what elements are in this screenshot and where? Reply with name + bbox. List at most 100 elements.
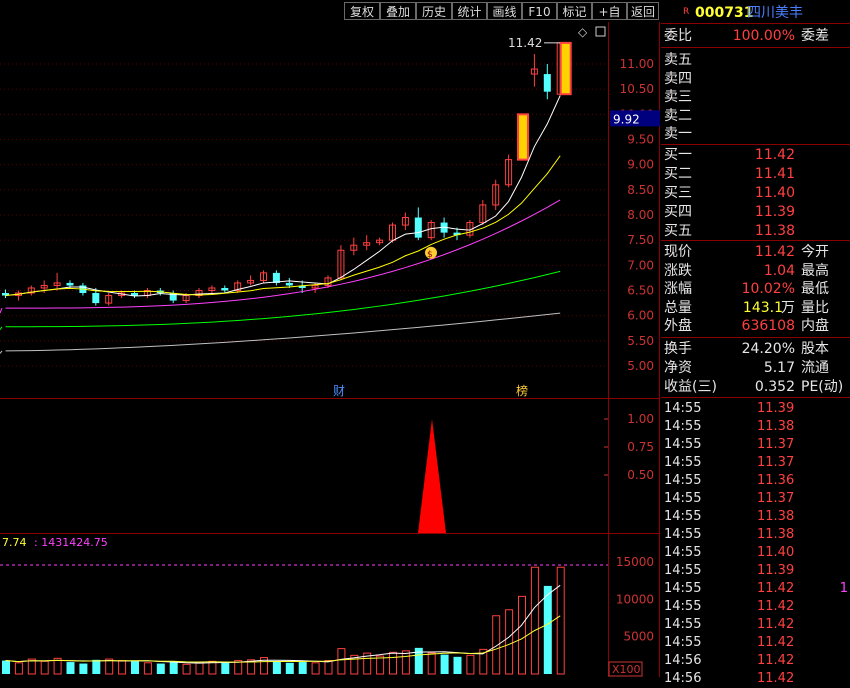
price-axis-label: 11.00 (620, 57, 654, 71)
tick-time: 14:56 (664, 671, 702, 686)
price-axis-label: 8.50 (627, 183, 654, 197)
quote-label2: 最低 (801, 281, 829, 297)
volume-header-value: : 1431424.75 (34, 536, 108, 549)
panel-separator (661, 144, 850, 145)
finance-marker: 财 (333, 384, 345, 398)
toolbar-button-8[interactable]: 返回 (627, 2, 659, 20)
price-axis-label: 6.00 (627, 309, 654, 323)
tick-time: 14:55 (664, 473, 702, 488)
volume-bar (285, 662, 294, 674)
fin-label2: 股本 (801, 341, 829, 357)
volume-bar (79, 663, 88, 674)
price-axis-label: 9.00 (627, 158, 654, 172)
toolbar-button-1[interactable]: 叠加 (380, 2, 416, 20)
tick-price: 11.42 (757, 635, 795, 650)
price-axis-label: 5.50 (627, 334, 654, 348)
buy-row: 买五 11.38 (661, 222, 850, 240)
buy-row: 买一 11.42 (661, 146, 850, 164)
buy-label: 买三 (664, 185, 692, 201)
indicator-axis-label: 1.00 (627, 412, 654, 426)
fin-label: 换手 (664, 341, 692, 357)
quote-label: 总量 (664, 299, 692, 316)
quote-value: 10.02% (741, 281, 795, 297)
tick-price: 11.38 (757, 509, 795, 524)
panel-separator (661, 397, 850, 398)
toolbar-button-5[interactable]: F10 (522, 2, 557, 20)
volume-bar (221, 662, 230, 674)
tick-time: 14:55 (664, 545, 702, 560)
tick-price: 11.38 (757, 419, 795, 434)
volume-bar (440, 654, 449, 674)
tick-row: 14:55 11.42 (661, 598, 850, 616)
tick-row: 14:55 11.37 (661, 490, 850, 508)
tick-time: 14:55 (664, 635, 702, 650)
toolbar-button-2[interactable]: 历史 (416, 2, 452, 20)
tick-row: 14:56 11.42 (661, 670, 850, 688)
indicator-axis-label: 0.50 (627, 468, 654, 482)
tick-price: 11.39 (757, 563, 795, 578)
tick-row: 14:55 11.38 (661, 508, 850, 526)
price-axis-label: 9.50 (627, 133, 654, 147)
quote-label: 涨跌 (664, 262, 692, 279)
weibi-row: 委比 100.00% 委差 (661, 27, 850, 45)
price-axis-label: 5.00 (627, 359, 654, 373)
sell-label: 卖四 (664, 70, 692, 87)
tick-price: 11.42 (757, 671, 795, 686)
tick-price: 11.42 (757, 581, 795, 596)
volume-axis-label: 5000 (623, 630, 654, 644)
volume-axis-label: 10000 (616, 592, 654, 606)
current-price-tag: 9.92 (613, 112, 640, 126)
buy-row: 买三 11.40 (661, 184, 850, 202)
tick-price: 11.36 (757, 473, 795, 488)
quote-label2: 内盘 (801, 318, 829, 334)
sell-label: 卖二 (664, 107, 692, 124)
quote-panel: R 000731 四川美丰 委比 100.00% 委差 卖五 卖四 卖三 卖二 卖一 买一 11.… (661, 0, 850, 686)
limit-up-bar (517, 113, 529, 161)
kline-chart[interactable]: 11.0010.5010.009.509.008.508.007.507.006… (0, 22, 660, 677)
weibi-label: 委比 (664, 28, 692, 44)
tick-price: 11.42 (757, 599, 795, 614)
stock-name: 四川美丰 (747, 5, 803, 21)
volume-unit-label: X100 (612, 663, 641, 676)
quote-label2: 最高 (801, 262, 829, 279)
tick-volume: 1 (839, 581, 848, 596)
sell-row: 卖四 (661, 70, 850, 88)
buy-label: 买五 (664, 223, 692, 239)
tick-time: 14:55 (664, 509, 702, 524)
fin-row: 换手 24.20% 股本 (661, 340, 850, 358)
tick-row: 14:55 11.38 (661, 418, 850, 436)
tick-time: 14:55 (664, 581, 702, 596)
tick-row: 14:55 11.36 (661, 472, 850, 490)
tick-price: 11.37 (757, 491, 795, 506)
sell-row: 卖三 (661, 88, 850, 106)
tick-price: 11.42 (757, 617, 795, 632)
tick-row: 14:55 11.40 (661, 544, 850, 562)
candle-body (285, 282, 293, 286)
candle-body (221, 287, 229, 291)
toolbar-button-6[interactable]: 标记 (557, 2, 592, 20)
toolbar-button-7[interactable]: +自选 (592, 2, 627, 37)
volume-bar (298, 662, 307, 674)
tick-price: 11.37 (757, 437, 795, 452)
buy-price: 11.42 (754, 147, 795, 163)
sell-label: 卖五 (664, 52, 692, 68)
toolbar-button-0[interactable]: 复权 (344, 2, 380, 20)
diamond-icon: ◇ (578, 25, 588, 39)
quote-label: 涨幅 (664, 281, 692, 297)
tick-time: 14:55 (664, 419, 702, 434)
toolbar-button-3[interactable]: 统计 (452, 2, 487, 20)
price-axis-label: 7.00 (627, 258, 654, 272)
candle-body (543, 74, 551, 92)
tick-row: 14:55 11.37 (661, 436, 850, 454)
fin-label2: 流通 (801, 360, 829, 376)
panel-separator (661, 47, 850, 48)
tick-row: 14:55 11.38 (661, 526, 850, 544)
toolbar-button-4[interactable]: 画线 (487, 2, 522, 20)
buy-row: 买四 11.39 (661, 203, 850, 221)
tick-price: 11.42 (757, 653, 795, 668)
fin-row: 收益(三) 0.352 PE(动) (661, 378, 850, 396)
tick-time: 14:55 (664, 617, 702, 632)
price-axis-label: 10.50 (620, 82, 654, 96)
tick-time: 14:55 (664, 491, 702, 506)
money-bag-symbol: $ (427, 250, 433, 260)
